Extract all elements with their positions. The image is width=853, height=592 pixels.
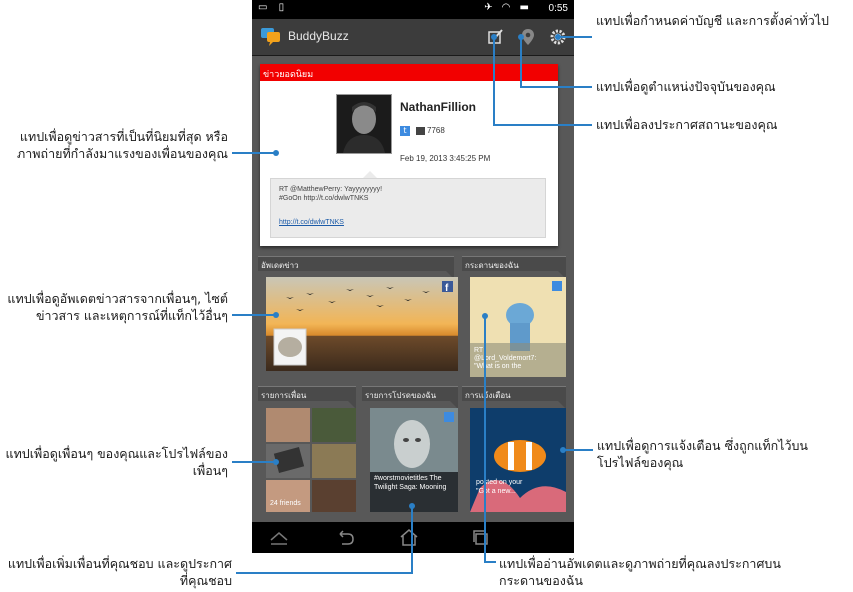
friends-callout-dot [273, 459, 279, 465]
location-callout-line [520, 86, 592, 88]
buddybuzz-logo-icon [261, 28, 280, 46]
notification-caption: posted on your [476, 479, 523, 486]
signal-icons: ✈ ◠ ▬ [484, 2, 532, 13]
news-update-callout-dot [273, 312, 279, 318]
settings-callout-line [558, 36, 592, 38]
favorites-annotation: แทปเพื่อเพิ่มเพื่อนที่คุณชอบ และดูประกาศ… [7, 556, 232, 588]
collapse-icon[interactable] [268, 528, 290, 546]
phone-screen: ▭ ▯ ✈ ◠ ▬ 0:55 BuddyBuzz ข่าวยอดนิยม Nat… [252, 0, 574, 553]
news-update-annotation: แทปเพื่อดูอัพเดตข่าวสารจากเพื่อนๆ, ไซต์ข… [7, 291, 228, 323]
clock: 0:55 [548, 3, 568, 14]
tweet-line: #GoOn http://t.co/dwlwTNKS [279, 195, 369, 202]
notifications-header: การแจ้งเตือน [462, 386, 566, 409]
retweet-count: 7768 [427, 126, 445, 135]
my-wall-header: กระดานของฉัน [462, 256, 566, 279]
my-favorites-tile[interactable]: #worstmovietitles The Twilight Saga: Moo… [370, 408, 458, 512]
favorites-callout-dot [409, 503, 415, 509]
avatar [336, 94, 392, 154]
home-icon[interactable] [398, 528, 420, 546]
tweet-link[interactable]: http://t.co/dwlwTNKS [279, 219, 344, 226]
favorites-callout-line [411, 505, 413, 573]
tweet-box: RT @MatthewPerry: Yayyyyyyyy! #GoOn http… [270, 178, 546, 238]
hot-news-card[interactable]: ข่าวยอดนิยม NathanFillion t 7768 Feb 19,… [260, 64, 558, 246]
notifications-callout-line [563, 449, 593, 451]
location-callout-dot [518, 34, 524, 40]
hot-news-callout-line [232, 152, 276, 154]
notifications-annotation: แทปเพื่อดูการแจ้งเตือน ซึ่งถูกแท็กไว้บนโ… [597, 438, 808, 470]
user-name[interactable]: NathanFillion [400, 100, 476, 114]
notification-icons: ▭ ▯ [258, 2, 289, 13]
notification-caption: "Got a new... [476, 488, 516, 495]
my-favorites-header: รายการโปรดของฉัน [362, 386, 458, 409]
hot-news-annotation: แทปเพื่อดูข่าวสารที่เป็นที่นิยมที่สุด หร… [17, 129, 228, 161]
wall-annotation: แทปเพื่ออ่านอัพเดตและดูภาพถ่ายที่คุณลงปร… [499, 556, 781, 588]
back-icon[interactable] [334, 528, 356, 546]
action-bar: BuddyBuzz [252, 19, 574, 56]
tweet-text: RT @MatthewPerry: Yayyyyyyyy! #GoOn http… [279, 185, 539, 203]
friends-list-header: รายการเพื่อน [258, 386, 356, 409]
navigation-bar [252, 522, 574, 553]
status-callout-line [493, 36, 495, 125]
app-title: BuddyBuzz [288, 29, 349, 43]
friends-count: 24 friends [270, 500, 301, 507]
location-annotation: แทปเพื่อดูตำแหน่งปัจจุบันของคุณ [596, 79, 776, 94]
twitter-icon: t [400, 126, 410, 136]
wall-callout-dot [482, 313, 488, 319]
recent-apps-icon[interactable] [470, 528, 492, 546]
hot-news-header: ข่าวยอดนิยม [260, 64, 558, 81]
status-annotation: แทปเพื่อลงประกาศสถานะของคุณ [596, 117, 778, 132]
status-callout-line [493, 124, 592, 126]
news-update-callout-line [232, 314, 276, 316]
tutorial-screen: ▭ ▯ ✈ ◠ ▬ 0:55 BuddyBuzz ข่าวยอดนิยม Nat… [0, 0, 853, 592]
notifications-callout-dot [560, 447, 566, 453]
status-callout-dot [491, 34, 497, 40]
friends-list-tile[interactable]: 24 friends [266, 408, 356, 512]
hot-news-callout-dot [273, 150, 279, 156]
news-update-tile[interactable]: f [266, 277, 458, 371]
settings-callout-dot [555, 34, 561, 40]
friends-annotation: แทปเพื่อดูเพื่อนๆ ของคุณและโปรไฟล์ของเพื… [5, 446, 228, 478]
friends-callout-line [232, 461, 276, 463]
location-callout-line [520, 35, 522, 87]
wall-callout-line [484, 315, 486, 563]
settings-annotation: แทปเพื่อกำหนดค่าบัญชี และการตั้งค่าทั่วไ… [596, 13, 829, 28]
tweet-line: RT @MatthewPerry: Yayyyyyyyy! [279, 186, 383, 193]
post-date: Feb 19, 2013 3:45:25 PM [400, 154, 491, 163]
news-update-header: อัพเดตข่าว [258, 256, 454, 279]
status-bar: ▭ ▯ ✈ ◠ ▬ 0:55 [252, 0, 574, 19]
wall-callout-line [484, 561, 496, 563]
favorites-callout-line [236, 572, 413, 574]
favorites-caption: #worstmovietitles The Twilight Saga: Moo… [374, 475, 447, 491]
retweet-icon [416, 127, 425, 135]
